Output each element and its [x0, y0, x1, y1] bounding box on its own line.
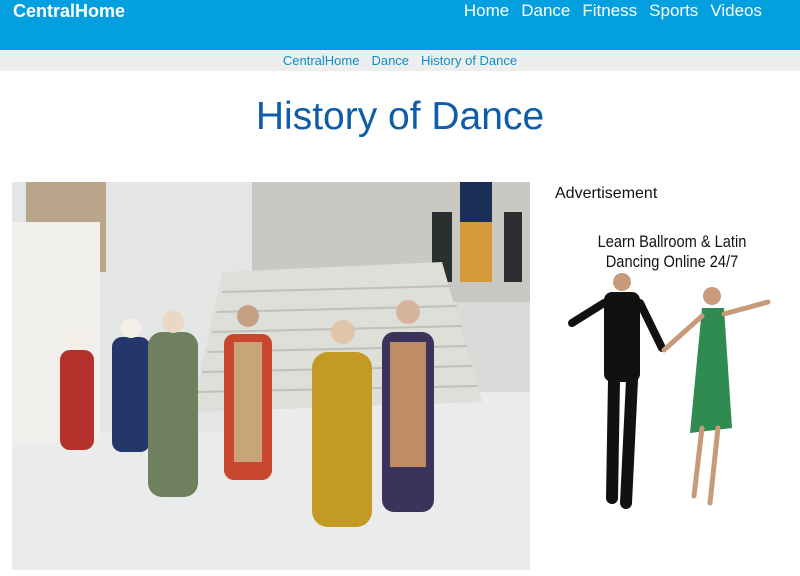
brand-logo-link[interactable]: CentralHome: [13, 1, 125, 21]
nav-sports[interactable]: Sports: [649, 1, 698, 21]
dancing-couple-image: [568, 273, 771, 509]
ad-headline-line1: Learn Ballroom & Latin: [597, 232, 747, 251]
site-header: CentralHome Home Dance Fitness Sports Vi…: [0, 0, 800, 50]
breadcrumb-home[interactable]: CentralHome: [283, 53, 360, 68]
breadcrumb-current[interactable]: History of Dance: [421, 53, 517, 68]
nav-dance[interactable]: Dance: [521, 1, 570, 21]
page-title: History of Dance: [255, 95, 545, 138]
dancers-photo: [12, 182, 530, 570]
nav-home[interactable]: Home: [464, 1, 509, 21]
breadcrumb: CentralHome Dance History of Dance: [0, 50, 800, 71]
ballroom-ad-banner[interactable]: Learn Ballroom & Latin Dancing Online 24…: [562, 228, 782, 518]
advertisement-label: Advertisement: [555, 185, 658, 202]
main-nav: Home Dance Fitness Sports Videos: [464, 1, 762, 21]
nav-fitness[interactable]: Fitness: [582, 1, 637, 21]
dancers-photo-illustration: [12, 182, 530, 570]
breadcrumb-dance[interactable]: Dance: [371, 53, 409, 68]
nav-videos[interactable]: Videos: [710, 1, 762, 21]
